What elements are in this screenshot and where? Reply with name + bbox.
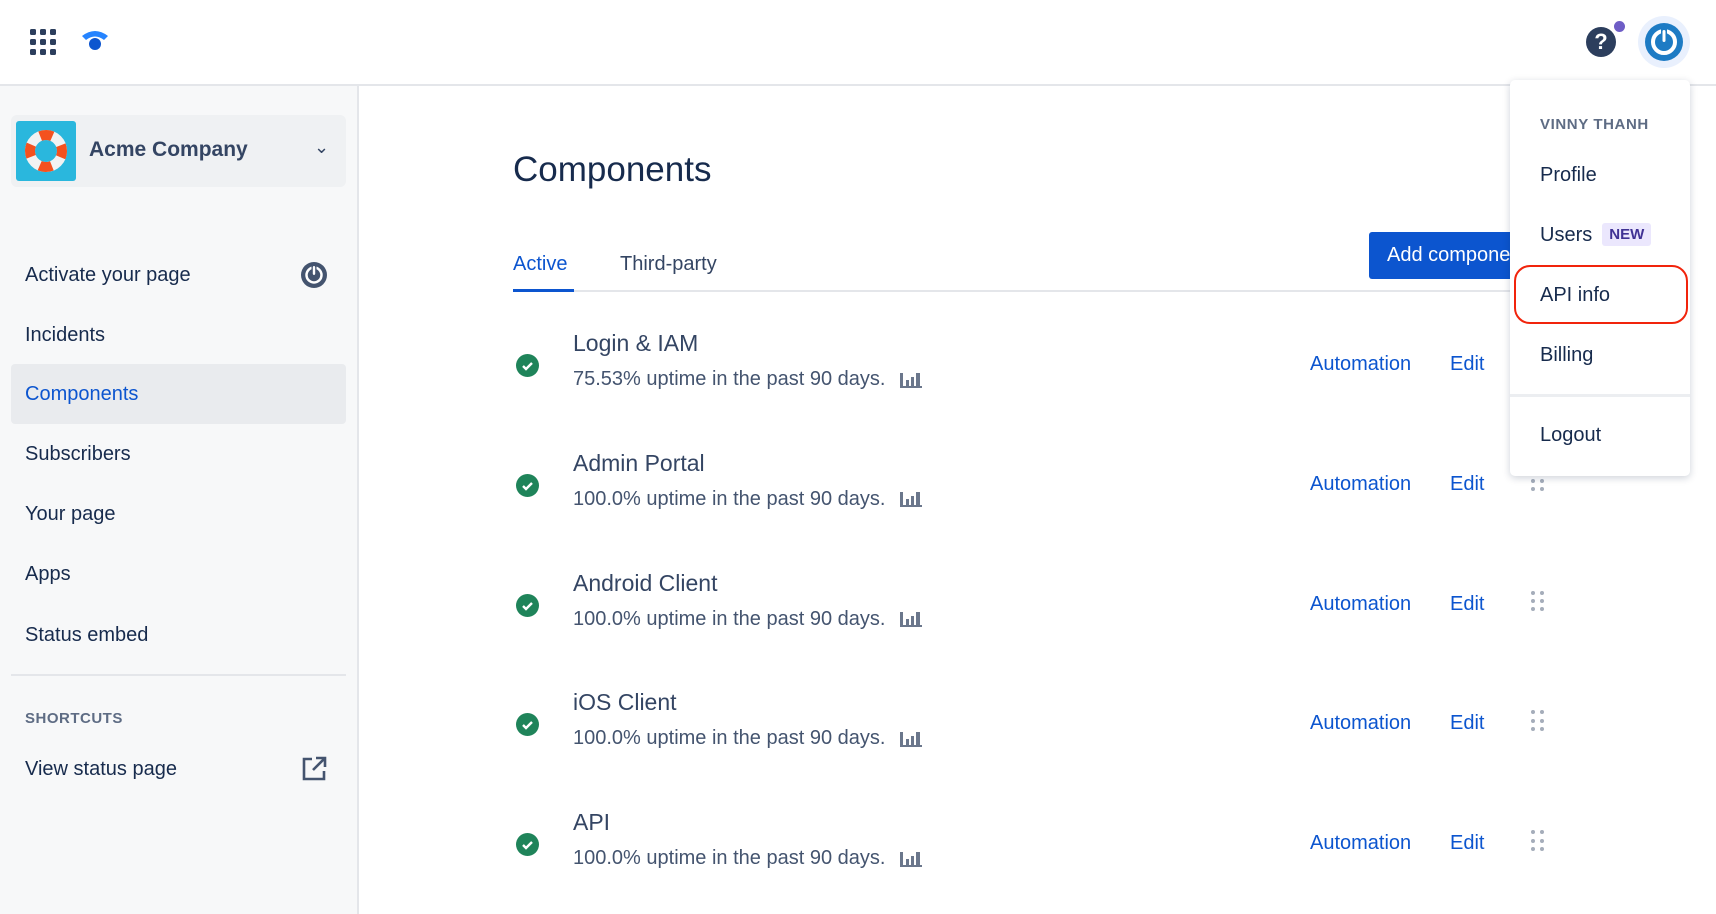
drag-handle-icon[interactable] [1531,590,1545,613]
chevron-down-icon: ⌄ [314,137,330,157]
edit-link[interactable]: Edit [1450,593,1484,616]
component-row: Admin Portal 100.0% uptime in the past 9… [513,430,1563,540]
menu-item-api-info[interactable]: API info [1540,284,1610,307]
tabs: Active Third-party [513,250,1513,292]
component-name: iOS Client [573,689,677,716]
uptime-text: 100.0% uptime in the past 90 days. [573,487,886,510]
sidebar-item-label: Activate your page [25,264,191,286]
power-icon [1645,23,1683,61]
sidebar-item-label: Components [25,383,139,405]
external-link-icon [302,756,327,781]
component-name: Admin Portal [573,449,705,476]
drag-handle-icon[interactable] [1531,830,1545,852]
bar-chart-icon[interactable] [899,850,923,868]
sidebar-item-subscribers[interactable]: Subscribers [11,424,346,484]
menu-item-profile[interactable]: Profile [1540,164,1597,187]
uptime-text: 100.0% uptime in the past 90 days. [573,847,886,870]
automation-link[interactable]: Automation [1310,353,1411,376]
edit-link[interactable]: Edit [1450,712,1484,735]
sidebar-item-label: Your page [25,503,116,525]
sidebar-item-incidents[interactable]: Incidents [11,305,346,365]
sidebar-item-label: Subscribers [25,443,131,465]
user-menu: VINNY THANH Profile Users NEW API info Bi… [1510,80,1690,476]
component-row: Login & IAM 75.53% uptime in the past 90… [513,310,1563,420]
automation-link[interactable]: Automation [1310,473,1411,496]
view-status-page-link[interactable]: View status page [11,739,346,799]
sidebar-item-apps[interactable]: Apps [11,544,346,604]
menu-item-billing[interactable]: Billing [1540,344,1593,367]
statuspage-logo-icon[interactable] [80,28,110,52]
new-badge: NEW [1602,223,1652,246]
component-uptime: 100.0% uptime in the past 90 days. [573,727,923,750]
component-uptime: 100.0% uptime in the past 90 days. [573,847,923,870]
sidebar-item-label: Incidents [25,324,106,346]
uptime-text: 100.0% uptime in the past 90 days. [573,727,886,750]
component-uptime: 75.53% uptime in the past 90 days. [573,368,923,391]
automation-link[interactable]: Automation [1310,832,1411,855]
avatar[interactable] [1638,16,1690,68]
company-name: Acme Company [89,138,248,161]
operational-check-icon [516,713,539,737]
bar-chart-icon[interactable] [899,371,923,389]
component-uptime: 100.0% uptime in the past 90 days. [573,608,923,631]
menu-item-logout[interactable]: Logout [1540,424,1601,447]
company-logo [16,121,76,181]
menu-item-users[interactable]: Users NEW [1540,223,1652,247]
user-name: VINNY THANH [1540,116,1649,133]
shortcuts-heading: SHORTCUTS [25,710,123,727]
uptime-text: 100.0% uptime in the past 90 days. [573,607,886,630]
menu-item-label: Users [1540,224,1593,246]
automation-link[interactable]: Automation [1310,593,1411,616]
sidebar-item-label: Apps [25,563,71,585]
component-name: Android Client [573,569,718,596]
operational-check-icon [516,354,539,377]
component-row: API 100.0% uptime in the past 90 days. A… [513,789,1563,899]
component-row: Android Client 100.0% uptime in the past… [513,550,1563,660]
menu-divider [1510,394,1690,397]
component-name: API [573,809,611,836]
drag-handle-icon[interactable] [1531,710,1545,732]
edit-link[interactable]: Edit [1450,353,1484,376]
sidebar-item-components[interactable]: Components [11,364,346,424]
lifebuoy-icon [25,130,67,172]
sidebar-item-label: Status embed [25,624,149,646]
sidebar-divider [11,674,346,676]
sidebar: Acme Company ⌄ Activate your page Incide… [0,86,359,914]
power-icon [301,262,327,288]
component-row: iOS Client 100.0% uptime in the past 90 … [513,669,1563,779]
edit-link[interactable]: Edit [1450,832,1484,855]
operational-check-icon [516,593,539,617]
edit-link[interactable]: Edit [1450,473,1484,496]
component-name: Login & IAM [573,330,699,356]
tab-active[interactable]: Active [513,253,574,292]
tab-third-party[interactable]: Third-party [620,253,717,292]
sidebar-item-label: View status page [25,758,177,780]
company-switcher[interactable]: Acme Company ⌄ [11,115,346,187]
page-title: Components [513,150,712,189]
top-bar: ? [0,0,1716,86]
add-component-button[interactable]: Add component [1369,232,1514,279]
operational-check-icon [516,473,539,497]
sidebar-item-your-page[interactable]: Your page [11,484,346,544]
sidebar-item-activate[interactable]: Activate your page [11,245,346,305]
operational-check-icon [516,833,539,857]
uptime-text: 75.53% uptime in the past 90 days. [573,368,886,390]
sidebar-item-status-embed[interactable]: Status embed [11,605,346,665]
help-icon[interactable]: ? [1586,27,1616,57]
component-uptime: 100.0% uptime in the past 90 days. [573,488,923,511]
automation-link[interactable]: Automation [1310,712,1411,735]
bar-chart-icon[interactable] [899,610,923,628]
notification-dot [1614,21,1625,32]
bar-chart-icon[interactable] [899,730,923,748]
app-switcher-icon[interactable] [30,29,56,55]
bar-chart-icon[interactable] [899,490,923,508]
